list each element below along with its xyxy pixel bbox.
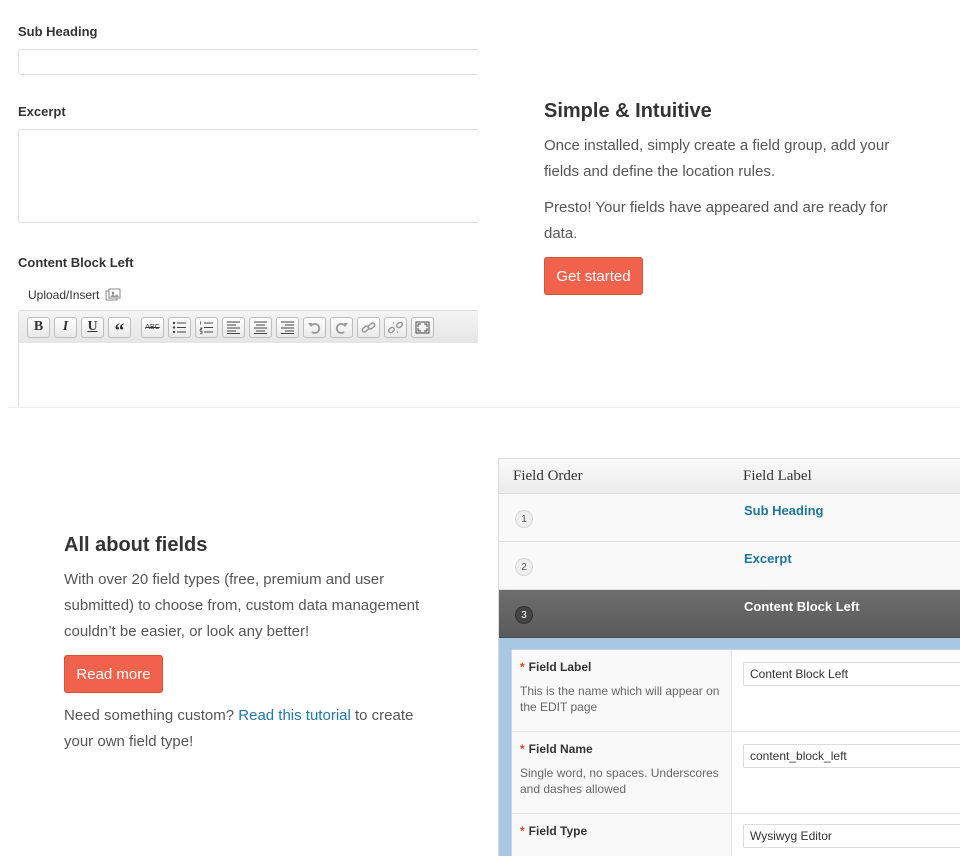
field-name-setting-row: * Field Name Single word, no spaces. Unde…: [512, 732, 960, 814]
excerpt-label: Excerpt: [18, 104, 66, 119]
strikethrough-button[interactable]: ABC: [141, 316, 164, 338]
simple-intuitive-title: Simple & Intuitive: [544, 100, 712, 122]
field-order-badge[interactable]: 2: [515, 558, 533, 576]
redo-button[interactable]: [330, 316, 353, 338]
undo-button[interactable]: [303, 316, 326, 338]
sub-heading-input[interactable]: [18, 49, 478, 75]
undo-icon: [308, 322, 321, 334]
setting-name-text: Field Type: [528, 824, 588, 838]
editor-content-area[interactable]: [18, 343, 478, 407]
custom-field-text: Need something custom? Read this tutoria…: [64, 703, 444, 755]
unlink-icon: [388, 321, 403, 333]
excerpt-textarea[interactable]: [18, 129, 478, 223]
field-name-input[interactable]: content_block_left: [743, 744, 960, 768]
field-label-column-header: Field Label: [743, 468, 812, 484]
align-center-icon: [254, 321, 267, 334]
blockquote-button[interactable]: “: [108, 316, 131, 342]
upload-media-icon[interactable]: [105, 288, 121, 302]
numbered-list-icon: [199, 321, 213, 334]
edit-form-panel: Sub Heading Excerpt Content Block Left U…: [0, 0, 478, 407]
field-order-badge[interactable]: 1: [515, 510, 533, 528]
numbered-list-button[interactable]: [195, 316, 218, 338]
align-right-icon: [281, 321, 294, 334]
read-tutorial-link[interactable]: Read this tutorial: [238, 707, 351, 724]
setting-name-text: Field Label: [528, 660, 592, 674]
table-row[interactable]: 1 Sub Heading: [499, 494, 960, 542]
sub-heading-label: Sub Heading: [18, 24, 98, 39]
editor-toolbar: B I U “ ABC: [18, 310, 478, 344]
read-more-button[interactable]: Read more: [64, 655, 163, 693]
field-order-badge[interactable]: 3: [515, 606, 533, 624]
bullet-list-button[interactable]: [168, 316, 191, 338]
field-label-input[interactable]: Content Block Left: [743, 662, 960, 686]
field-label-link[interactable]: Content Block Left: [744, 599, 860, 614]
align-center-button[interactable]: [249, 316, 272, 338]
fullscreen-icon: [415, 321, 430, 333]
fullscreen-button[interactable]: [411, 316, 434, 338]
field-label-link[interactable]: Excerpt: [744, 551, 792, 566]
field-label-setting-name: * Field Label: [520, 660, 731, 674]
field-order-table: Field Order Field Label 1 Sub Heading 2 …: [498, 458, 960, 856]
all-about-fields-text: With over 20 field types (free, premium …: [64, 571, 420, 640]
field-name-setting-desc: Single word, no spaces. Underscores and …: [520, 766, 719, 796]
upload-insert-row[interactable]: Upload/Insert: [28, 288, 121, 302]
field-label-link[interactable]: Sub Heading: [744, 503, 823, 518]
field-type-setting-name: * Field Type: [520, 824, 731, 838]
unlink-button[interactable]: [384, 316, 407, 338]
align-right-button[interactable]: [276, 316, 299, 338]
upload-insert-label: Upload/Insert: [28, 288, 100, 302]
table-row-active[interactable]: 3 Content Block Left: [499, 590, 960, 638]
field-order-column-header: Field Order: [513, 468, 583, 484]
align-left-button[interactable]: [222, 316, 245, 338]
section-divider: [8, 407, 960, 408]
content-block-left-label: Content Block Left: [18, 255, 134, 270]
underline-button[interactable]: U: [81, 316, 104, 338]
link-icon: [361, 321, 376, 333]
all-about-fields-title: All about fields: [64, 534, 208, 556]
simple-intuitive-text-1: Once installed, simply create a field gr…: [544, 137, 890, 180]
required-mark: *: [520, 824, 525, 838]
setting-label-cell: * Field Name Single word, no spaces. Unde…: [512, 732, 732, 813]
field-type-setting-row: * Field Type Wysiwyg Editor: [512, 814, 960, 856]
italic-button[interactable]: I: [54, 316, 77, 338]
insert-link-button[interactable]: [357, 316, 380, 338]
setting-label-cell: * Field Type: [512, 814, 732, 856]
redo-icon: [335, 322, 348, 334]
bullet-list-icon: [172, 321, 186, 333]
align-left-icon: [227, 321, 240, 334]
simple-intuitive-text-2: Presto! Your fields have appeared and ar…: [544, 199, 888, 242]
required-mark: *: [520, 660, 525, 674]
field-type-select[interactable]: Wysiwyg Editor: [743, 824, 960, 848]
setting-label-cell: * Field Label This is the name which will…: [512, 650, 732, 731]
field-name-setting-name: * Field Name: [520, 742, 731, 756]
table-row[interactable]: 2 Excerpt: [499, 542, 960, 590]
field-label-setting-desc: This is the name which will appear on th…: [520, 684, 720, 714]
field-label-setting-row: * Field Label This is the name which will…: [512, 650, 960, 732]
bold-button[interactable]: B: [27, 316, 50, 338]
get-started-button[interactable]: Get started: [544, 257, 643, 295]
required-mark: *: [520, 742, 525, 756]
table-header: Field Order Field Label: [499, 458, 960, 494]
setting-name-text: Field Name: [528, 742, 593, 756]
custom-field-prefix: Need something custom?: [64, 707, 239, 724]
